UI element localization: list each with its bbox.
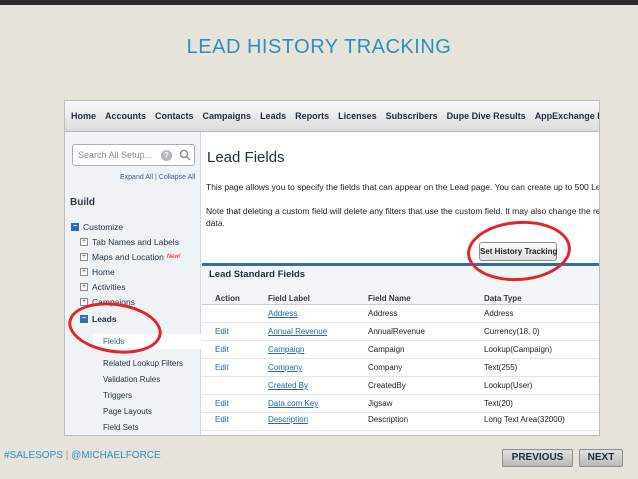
slide-title: LEAD HISTORY TRACKING xyxy=(186,36,452,58)
top-nav: Home Accounts Contacts Campaigns Leads R… xyxy=(65,101,599,132)
triggers-link[interactable]: Triggers xyxy=(103,391,132,400)
description-line: Note that deleting a custom field will d… xyxy=(206,206,600,216)
table-row xyxy=(202,305,599,323)
column-header-action: Action xyxy=(215,294,240,303)
footer-separator: | xyxy=(65,450,69,461)
page-layouts-link[interactable]: Page Layouts xyxy=(103,407,152,416)
edit-link[interactable]: Edit xyxy=(215,415,229,424)
lead-standard-fields-section: Lead Standard Fields Action Field Label … xyxy=(202,263,599,431)
tree-home[interactable]: + Home xyxy=(80,267,115,277)
build-heading: Build xyxy=(70,197,95,208)
data-type: Text(20) xyxy=(484,399,513,408)
expand-icon[interactable]: + xyxy=(80,238,88,246)
nav-subscribers[interactable]: Subscribers xyxy=(386,111,438,121)
field-name: Company xyxy=(368,363,403,372)
tree-activities[interactable]: + Activities xyxy=(80,282,126,292)
tree-tab-names[interactable]: + Tab Names and Labels xyxy=(80,237,179,247)
field-label-link[interactable]: Address xyxy=(268,309,297,318)
collapse-icon[interactable]: − xyxy=(71,223,79,231)
edit-link[interactable]: Edit xyxy=(215,363,229,372)
data-type: Currency(18, 0) xyxy=(484,327,540,336)
nav-contacts[interactable]: Contacts xyxy=(155,111,194,121)
tree-label: Maps and Location xyxy=(92,252,164,262)
expand-icon[interactable]: + xyxy=(80,268,88,276)
table-row xyxy=(202,395,599,413)
field-label-link[interactable]: Campaign xyxy=(268,345,304,354)
search-input[interactable]: Search All Setup... ? xyxy=(72,144,195,166)
expand-icon[interactable]: + xyxy=(80,283,88,291)
tree-label: Home xyxy=(92,267,115,277)
section-title: Lead Standard Fields xyxy=(209,269,306,280)
data-type: Long Text Area(32000) xyxy=(484,415,565,424)
field-label-link[interactable]: Annual Revenue xyxy=(268,327,327,336)
edit-link[interactable]: Edit xyxy=(215,345,229,354)
nav-licenses[interactable]: Licenses xyxy=(338,111,377,121)
expand-icon[interactable]: + xyxy=(80,253,88,261)
description-line: data. xyxy=(206,218,225,228)
previous-button[interactable]: PREVIOUS xyxy=(502,449,573,467)
data-type: Lookup(User) xyxy=(484,381,533,390)
field-name: Jigsaw xyxy=(368,399,393,408)
field-label-link[interactable]: Company xyxy=(268,363,302,372)
data-type: Address xyxy=(484,309,514,318)
field-name: Campaign xyxy=(368,345,405,354)
column-header-data-type: Data Type xyxy=(484,294,522,303)
tree-customize-label: Customize xyxy=(83,222,124,232)
validation-rules-link[interactable]: Validation Rules xyxy=(103,375,160,384)
related-lookup-filters-link[interactable]: Related Lookup Filters xyxy=(103,359,183,368)
data-type: Lookup(Campaign) xyxy=(484,345,553,354)
field-label-link[interactable]: Data.com Key xyxy=(268,399,318,408)
main-content: Lead Fields This page allows you to spec… xyxy=(202,132,600,435)
help-icon[interactable]: ? xyxy=(161,150,172,161)
nav-leads[interactable]: Leads xyxy=(260,111,286,121)
data-type: Text(255) xyxy=(484,363,518,372)
field-name: AnnualRevenue xyxy=(368,327,425,336)
field-name: Address xyxy=(368,309,398,318)
nav-home[interactable]: Home xyxy=(71,111,96,121)
search-placeholder: Search All Setup... xyxy=(78,150,153,160)
edit-link[interactable]: Edit xyxy=(215,399,229,408)
footer-hashtag: #SALESOPS xyxy=(4,450,63,461)
field-name: Description xyxy=(368,415,409,424)
tree-label: Activities xyxy=(92,282,126,292)
nav-accounts[interactable]: Accounts xyxy=(105,111,146,121)
search-icon[interactable] xyxy=(179,149,191,161)
top-bar xyxy=(0,0,638,5)
nav-appexchange-history[interactable]: AppExchange History xyxy=(535,111,599,121)
footer-handle: @MICHAELFORCE xyxy=(71,450,161,461)
next-button[interactable]: NEXT xyxy=(579,449,623,467)
field-label-link[interactable]: Created By xyxy=(268,381,308,390)
expand-collapse-links[interactable]: Expand All | Collapse All xyxy=(120,174,195,181)
tree-customize[interactable]: − Customize xyxy=(71,222,123,232)
new-badge: New! xyxy=(166,254,181,260)
tree-label: Tab Names and Labels xyxy=(92,237,179,247)
nav-campaigns[interactable]: Campaigns xyxy=(203,111,252,121)
edit-link[interactable]: Edit xyxy=(215,327,229,336)
field-sets-link[interactable]: Field Sets xyxy=(103,423,139,432)
field-label-link[interactable]: Description xyxy=(268,415,308,424)
nav-dupe-dive-results[interactable]: Dupe Dive Results xyxy=(447,111,526,121)
field-name: CreatedBy xyxy=(368,381,406,390)
nav-reports[interactable]: Reports xyxy=(295,111,329,121)
description-line: This page allows you to specify the fiel… xyxy=(206,182,600,192)
footer-tag: #SALESOPS | @MICHAELFORCE xyxy=(4,450,161,461)
column-header-field-name: Field Name xyxy=(368,294,411,303)
page-title: Lead Fields xyxy=(207,149,285,166)
column-header-field-label: Field Label xyxy=(268,294,310,303)
tree-maps-location[interactable]: + Maps and Location New! xyxy=(80,252,181,262)
setup-sidebar: Search All Setup... ? Expand All | Colla… xyxy=(65,132,201,435)
